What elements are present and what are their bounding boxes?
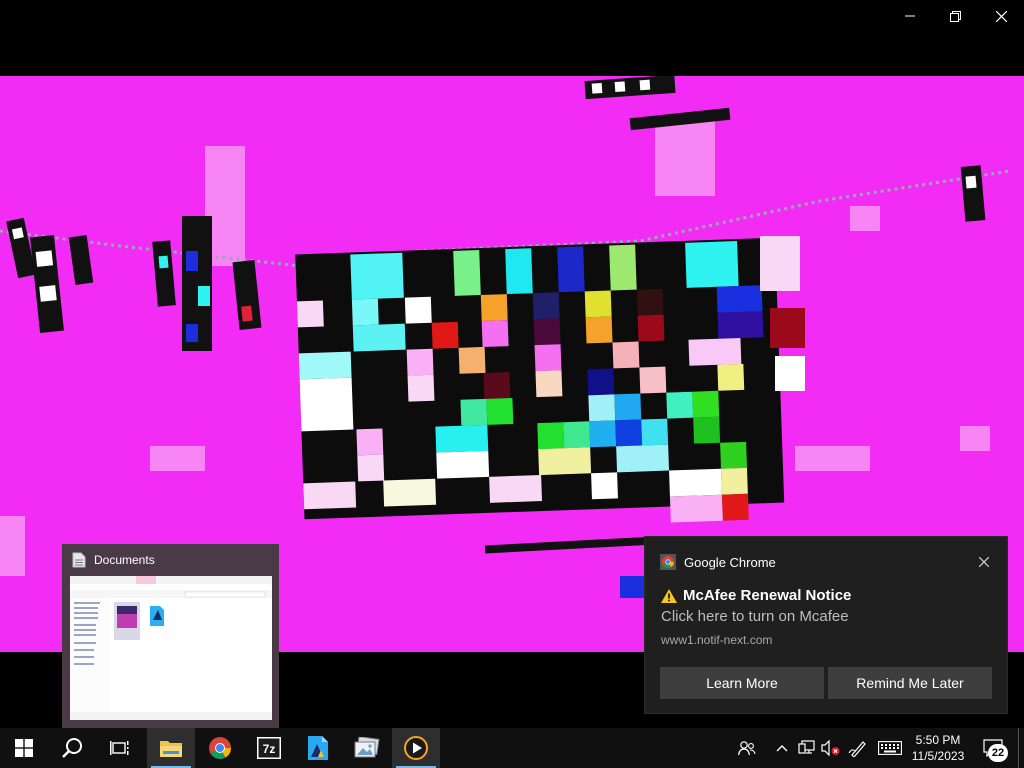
toast-app-header: Google Chrome bbox=[660, 554, 776, 570]
minimize-button[interactable] bbox=[886, 0, 934, 32]
toast-close-button[interactable] bbox=[973, 551, 995, 573]
restore-button[interactable] bbox=[931, 0, 979, 32]
media-player-icon bbox=[404, 736, 428, 760]
start-button[interactable] bbox=[0, 728, 48, 768]
close-button[interactable] bbox=[977, 0, 1024, 32]
7zip-icon: 7z bbox=[257, 737, 281, 759]
volume-button[interactable] bbox=[820, 728, 842, 768]
close-icon bbox=[995, 10, 1007, 22]
toast-title-text: McAfee Renewal Notice bbox=[683, 587, 852, 604]
people-icon bbox=[738, 741, 756, 756]
clock-date: 11/5/2023 bbox=[911, 749, 965, 763]
warning-icon bbox=[661, 588, 677, 603]
restore-icon bbox=[949, 10, 961, 22]
folder-icon bbox=[160, 741, 182, 757]
volume-muted-icon bbox=[821, 740, 840, 756]
learn-more-button[interactable]: Learn More bbox=[660, 667, 824, 699]
taskbar-clock[interactable]: 5:50 PM 11/5/2023 bbox=[908, 732, 968, 764]
task-view-button[interactable] bbox=[96, 728, 144, 768]
chrome-icon bbox=[660, 554, 676, 570]
minimize-icon bbox=[905, 15, 915, 17]
thumbnail-title: Documents bbox=[72, 552, 155, 568]
remind-me-later-button[interactable]: Remind Me Later bbox=[828, 667, 992, 699]
taskbar-thumbnail-preview[interactable]: Documents bbox=[62, 544, 279, 728]
pen-icon bbox=[848, 741, 866, 757]
taskbar-media-player[interactable] bbox=[392, 728, 440, 768]
pen-workspace-button[interactable] bbox=[846, 728, 870, 768]
toast-source: www1.notif-next.com bbox=[661, 633, 773, 647]
show-hidden-icons-button[interactable] bbox=[773, 728, 791, 768]
document-icon bbox=[72, 552, 86, 568]
chrome-icon bbox=[209, 737, 231, 759]
svg-text:7z: 7z bbox=[263, 742, 276, 756]
network-button[interactable] bbox=[796, 728, 818, 768]
explorer-window-thumbnail bbox=[70, 576, 272, 720]
title-bar bbox=[0, 0, 1024, 32]
explorer-window-miniature bbox=[70, 576, 272, 720]
taskbar-7zip[interactable]: 7z bbox=[245, 728, 293, 768]
image-viewer-icon bbox=[354, 737, 380, 758]
notification-count-badge: 22 bbox=[988, 744, 1008, 762]
network-icon bbox=[798, 740, 815, 754]
toast-app-name: Google Chrome bbox=[684, 554, 776, 570]
toast-title: McAfee Renewal Notice bbox=[661, 587, 851, 604]
task-view-icon bbox=[110, 741, 129, 755]
close-icon bbox=[979, 557, 989, 567]
taskbar-chrome[interactable] bbox=[196, 728, 244, 768]
chevron-up-icon bbox=[776, 745, 788, 752]
keyboard-icon bbox=[878, 741, 902, 755]
taskbar: 7z 5:50 PM 11/5/2023 22 bbox=[0, 728, 1024, 768]
show-desktop-button[interactable] bbox=[1018, 728, 1024, 768]
windows-logo-icon bbox=[15, 739, 33, 757]
taskbar-video-editor[interactable] bbox=[294, 728, 342, 768]
touch-keyboard-button[interactable] bbox=[876, 728, 904, 768]
search-icon bbox=[62, 738, 82, 758]
search-button[interactable] bbox=[48, 728, 96, 768]
people-button[interactable] bbox=[735, 728, 759, 768]
clock-time: 5:50 PM bbox=[915, 733, 961, 747]
video-editor-icon bbox=[308, 736, 328, 760]
thumbnail-title-text: Documents bbox=[94, 553, 155, 567]
toast-body: Click here to turn on Mcafee bbox=[661, 608, 849, 625]
toast-notification[interactable]: Google Chrome McAfee Renewal Notice Clic… bbox=[644, 536, 1008, 714]
taskbar-file-explorer[interactable] bbox=[147, 728, 195, 768]
taskbar-image-viewer[interactable] bbox=[343, 728, 391, 768]
